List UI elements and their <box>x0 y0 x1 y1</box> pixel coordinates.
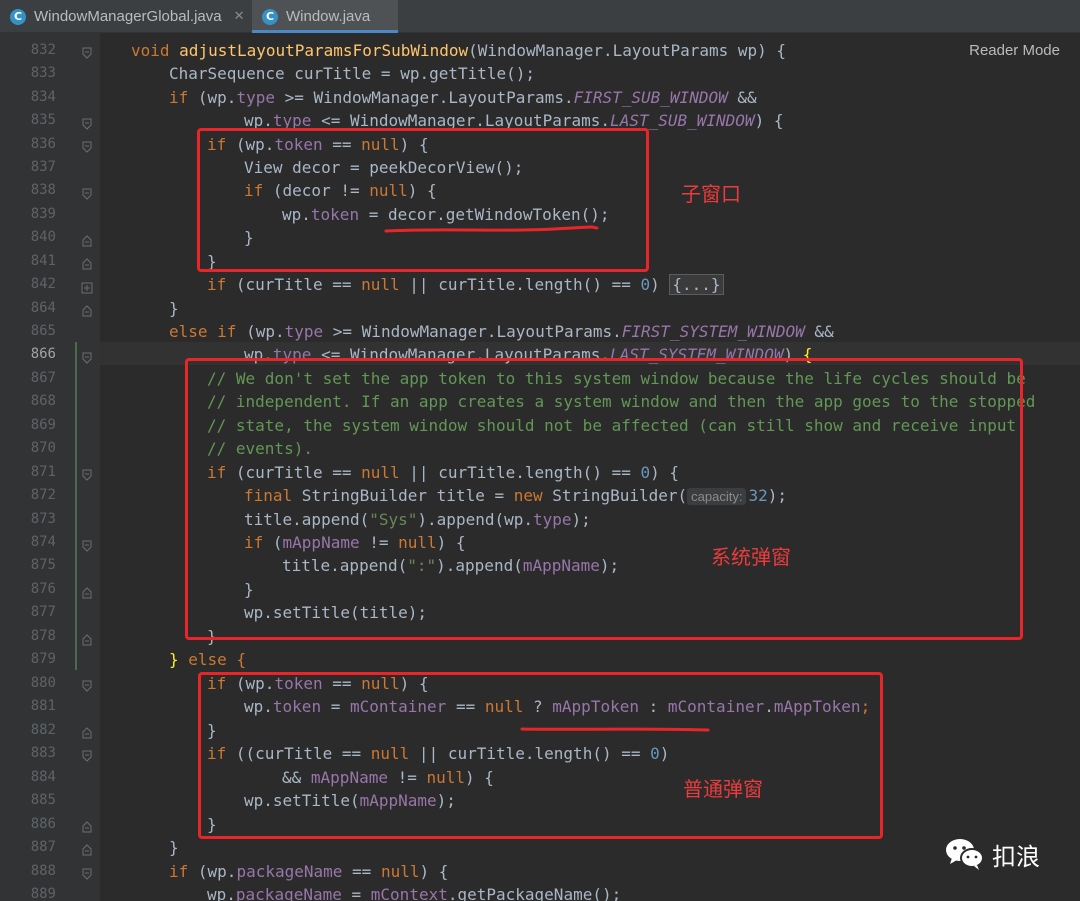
line-number: 886 <box>30 816 56 832</box>
reader-mode-button[interactable]: Reader Mode <box>969 42 1060 59</box>
code-line-834: if (wp.type >= WindowManager.LayoutParam… <box>169 88 757 107</box>
line-number: 873 <box>30 511 56 527</box>
tab-label: Window.java <box>286 8 371 25</box>
fold-close-icon[interactable] <box>81 232 93 247</box>
line-number: 872 <box>30 487 56 503</box>
line-number: 881 <box>30 698 56 714</box>
line-number: 887 <box>30 839 56 855</box>
fold-close-icon[interactable] <box>81 631 93 646</box>
code-line-887: } <box>169 838 179 857</box>
line-number: 878 <box>30 628 56 644</box>
fold-close-icon[interactable] <box>81 255 93 270</box>
line-number: 871 <box>30 464 56 480</box>
line-number: 835 <box>30 112 56 128</box>
fold-open-icon[interactable] <box>81 349 93 364</box>
line-number: 880 <box>30 675 56 691</box>
tab-window-manager-global[interactable]: C WindowManagerGlobal.java ✕ <box>10 0 250 33</box>
line-number: 841 <box>30 253 56 269</box>
java-class-icon: C <box>262 8 278 25</box>
line-number: 864 <box>30 300 56 316</box>
fold-close-icon[interactable] <box>81 724 93 739</box>
line-number: 838 <box>30 182 56 198</box>
system-window-annotation: 系统弹窗 <box>711 545 791 569</box>
line-number: 867 <box>30 370 56 386</box>
code-line-865: else if (wp.type >= WindowManager.Layout… <box>169 322 834 341</box>
line-number: 836 <box>30 136 56 152</box>
fold-close-icon[interactable] <box>81 584 93 599</box>
fold-close-icon[interactable] <box>81 818 93 833</box>
tab-label: WindowManagerGlobal.java <box>34 8 222 25</box>
fold-close-icon[interactable] <box>81 841 93 856</box>
fold-open-icon[interactable] <box>81 677 93 692</box>
line-number: 875 <box>30 557 56 573</box>
line-number: 866 <box>30 346 56 362</box>
fold-open-icon[interactable] <box>81 138 93 153</box>
code-line-833: CharSequence curTitle = wp.getTitle(); <box>169 64 536 83</box>
line-number: 842 <box>30 276 56 292</box>
line-number: 869 <box>30 417 56 433</box>
line-number: 837 <box>30 159 56 175</box>
editor-tab-bar: C WindowManagerGlobal.java ✕ C Window.ja… <box>0 0 1080 33</box>
fold-expand-icon[interactable] <box>81 279 93 294</box>
tab-window-java[interactable]: C Window.java <box>252 0 398 33</box>
line-number: 889 <box>30 886 56 901</box>
code-line-879: } else { <box>169 650 247 669</box>
close-icon[interactable]: ✕ <box>234 9 245 24</box>
watermark-text: 扣浪 <box>992 842 1040 871</box>
java-class-icon: C <box>10 8 26 25</box>
wechat-icon <box>946 839 984 870</box>
fold-open-icon[interactable] <box>81 865 93 880</box>
app-token-underline <box>520 727 710 732</box>
line-number-gutter: 832 833 834 835 836 837 838 839 840 841 842 864 865 8… <box>0 33 100 901</box>
fold-open-icon[interactable] <box>81 44 93 59</box>
line-number: 833 <box>30 65 56 81</box>
fold-open-icon[interactable] <box>81 115 93 130</box>
line-number: 885 <box>30 792 56 808</box>
fold-close-icon[interactable] <box>81 302 93 317</box>
line-number: 870 <box>30 440 56 456</box>
line-number: 832 <box>30 42 56 58</box>
fold-open-icon[interactable] <box>81 747 93 762</box>
vcs-change-marker <box>75 342 77 670</box>
line-number: 865 <box>30 323 56 339</box>
line-number: 882 <box>30 722 56 738</box>
code-line-864: } <box>169 299 179 318</box>
line-number: 877 <box>30 604 56 620</box>
line-number: 840 <box>30 229 56 245</box>
watermark: 扣浪 <box>944 836 1040 872</box>
line-number: 883 <box>30 745 56 761</box>
code-line-888: if (wp.packageName == null) { <box>169 862 449 881</box>
fold-open-icon[interactable] <box>81 185 93 200</box>
system-window-highlight-box <box>185 358 1023 640</box>
sub-window-highlight-box <box>197 128 649 272</box>
fold-open-icon[interactable] <box>81 466 93 481</box>
normal-window-annotation: 普通弹窗 <box>683 777 763 801</box>
line-number: 884 <box>30 769 56 785</box>
code-line-842: if (curTitle == null || curTitle.length(… <box>207 273 724 296</box>
fold-open-icon[interactable] <box>81 537 93 552</box>
token-underline <box>384 225 599 233</box>
normal-window-highlight-box <box>198 672 883 839</box>
line-number: 834 <box>30 89 56 105</box>
code-line-889: wp.packageName = mContext.getPackageName… <box>207 885 622 901</box>
line-number: 874 <box>30 534 56 550</box>
sub-window-annotation: 子窗口 <box>681 182 741 206</box>
line-number: 868 <box>30 393 56 409</box>
line-number: 839 <box>30 206 56 222</box>
line-number: 888 <box>30 863 56 879</box>
line-number: 879 <box>30 651 56 667</box>
code-line-832: void adjustLayoutParamsForSubWindow(Wind… <box>131 41 787 60</box>
folded-region[interactable]: {...} <box>669 274 724 295</box>
line-number: 876 <box>30 581 56 597</box>
